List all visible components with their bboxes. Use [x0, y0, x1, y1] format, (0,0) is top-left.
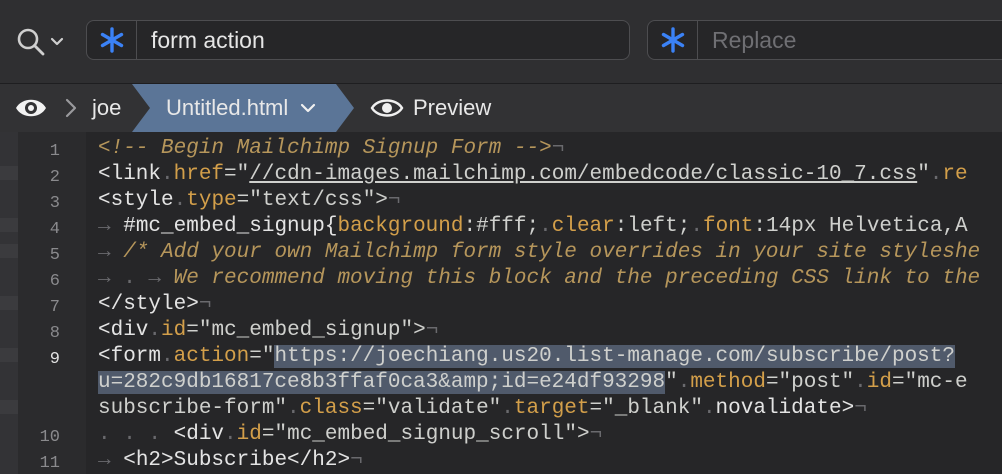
stylesheet-link: //cdn-images.mailchimp.com/embedcode/cla… [249, 163, 918, 186]
breadcrumb-file-label: Untitled.html [166, 95, 289, 120]
line-number: 10 [39, 428, 60, 447]
code-line: → #mc_embed_signup{background:#fff;.clea… [98, 215, 968, 238]
find-field [86, 20, 630, 60]
chevron-down-icon [50, 37, 64, 46]
replace-field [647, 20, 1002, 60]
line-number-current: 9 [49, 350, 60, 369]
code-line-wrap: u=282c9db16817ce8b3ffaf0ca3&amp;id=e24df… [98, 371, 968, 394]
find-bar [0, 0, 1002, 84]
code-line: <style.type="text/css">¬ [98, 189, 401, 212]
preview-label: Preview [413, 95, 492, 120]
line-number: 8 [49, 324, 60, 343]
code-line: → . → We recommend moving this block and… [98, 267, 981, 290]
replace-input[interactable] [698, 22, 1002, 58]
breadcrumb-user[interactable]: joe [92, 84, 121, 132]
line-number: 5 [49, 246, 60, 265]
code-line: <!-- Begin Mailchimp Signup Form -->¬ [98, 137, 565, 160]
breadcrumb-user-label: joe [92, 95, 122, 120]
code-line-wrap: subscribe-form".class="validate".target=… [98, 397, 867, 420]
line-number: 3 [49, 194, 60, 213]
selection: https://joechiang.us20.list-manage.com/s… [274, 345, 955, 368]
preview-button[interactable]: Preview [370, 84, 491, 132]
code-area[interactable]: <!-- Begin Mailchimp Signup Form -->¬ <l… [98, 132, 1002, 474]
search-options-button[interactable] [16, 26, 68, 58]
code-line: → /* Add your own Mailchimp form style o… [98, 241, 981, 264]
regex-asterisk-icon[interactable] [87, 21, 137, 59]
line-number: 6 [49, 272, 60, 291]
regex-asterisk-icon[interactable] [648, 21, 698, 59]
search-icon [17, 28, 45, 56]
eye-icon [16, 99, 46, 117]
code-line: </style>¬ [98, 293, 212, 316]
chevron-right-icon [65, 98, 77, 118]
code-line-current: <form.action="https://joechiang.us20.lis… [98, 345, 955, 368]
chevron-down-icon [301, 103, 316, 113]
line-gutter: 1 2 3 4 5 6 7 8 9 10 11 [0, 132, 86, 474]
code-line: → <h2>Subscribe</h2>¬ [98, 449, 363, 472]
line-number: 7 [49, 298, 60, 317]
code-line: . . . <div.id="mc_embed_signup_scroll">¬ [98, 423, 603, 446]
code-line: <div.id="mc_embed_signup">¬ [98, 319, 439, 342]
selection: u=282c9db16817ce8b3ffaf0ca3&amp;id=e24df… [98, 371, 666, 394]
breadcrumb: joe Untitled.html Preview [0, 84, 1002, 132]
line-number: 1 [49, 142, 60, 161]
code-editor[interactable]: 1 2 3 4 5 6 7 8 9 10 11 <!-- Begin Mailc… [0, 132, 1002, 474]
visibility-toggle[interactable] [14, 84, 48, 132]
line-number: 2 [49, 168, 60, 187]
line-number: 4 [49, 220, 60, 239]
breadcrumb-chevron [64, 84, 78, 132]
folding-strip [0, 132, 18, 474]
eye-icon [370, 99, 404, 117]
find-input[interactable] [137, 22, 629, 58]
line-number: 11 [39, 454, 60, 473]
code-line: <link.href="//cdn-images.mailchimp.com/e… [98, 163, 968, 186]
breadcrumb-file-tab[interactable]: Untitled.html [132, 84, 354, 132]
